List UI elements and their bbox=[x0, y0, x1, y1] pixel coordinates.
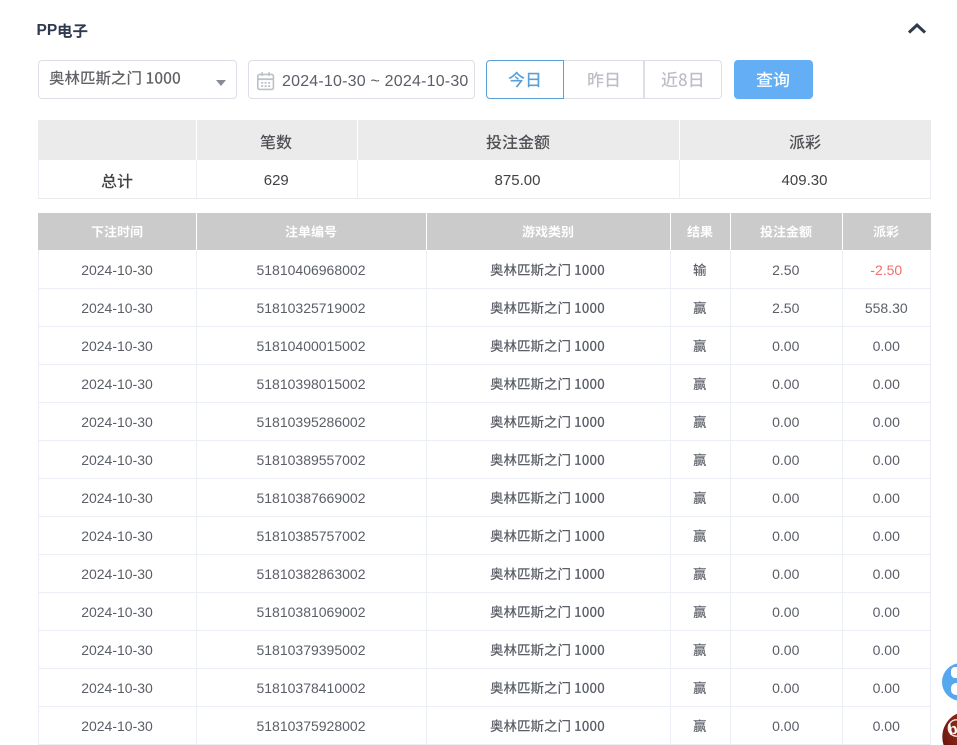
svg-text:b: b bbox=[947, 720, 957, 738]
